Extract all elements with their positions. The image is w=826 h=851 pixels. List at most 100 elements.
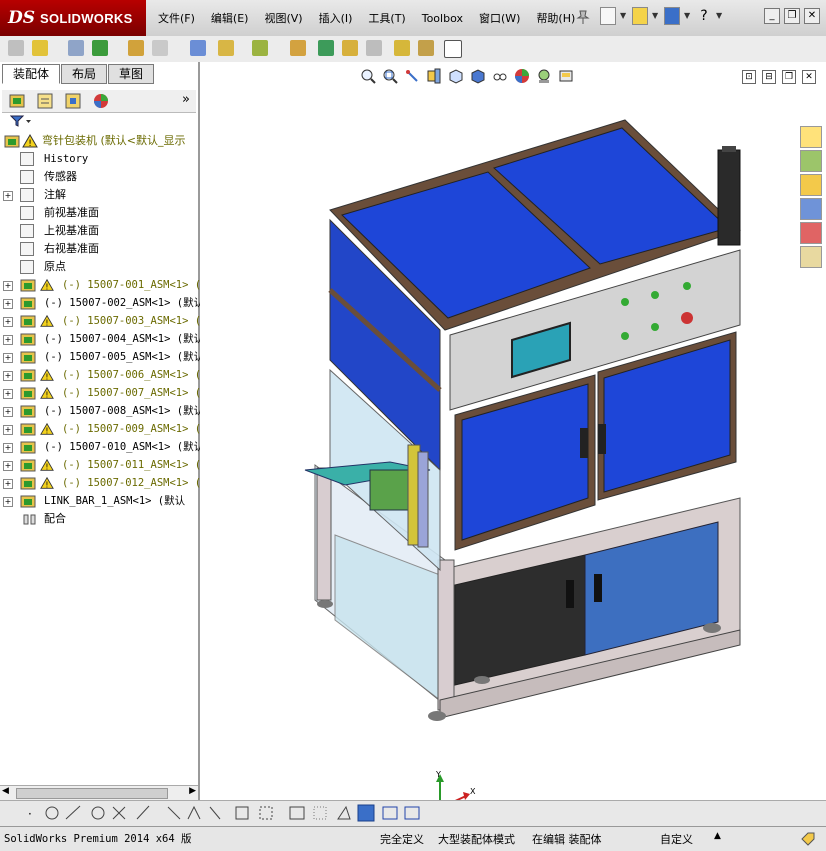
tree-item[interactable]: + 注解 [0,186,198,204]
scroll-right-icon[interactable]: ▶ [189,786,196,796]
component-row[interactable]: +! (-) 15007-012_ASM<1> (默 [0,474,212,492]
machine-3d-model[interactable] [200,62,826,800]
assembly-features-icon[interactable] [190,40,206,56]
save-icon[interactable] [664,7,680,25]
menu-edit[interactable]: 编辑(E) [203,10,257,28]
expand-icon[interactable]: + [3,191,13,201]
file-explorer-icon[interactable] [800,174,822,196]
chevron-up-icon[interactable]: ▲ [714,831,721,841]
expand-icon[interactable]: + [3,425,13,435]
explode-line-sketch-icon[interactable] [342,40,358,56]
reference-geometry-icon[interactable] [218,40,234,56]
menu-toolbox[interactable]: Toolbox [414,10,471,28]
sketch-tools[interactable]: · [0,801,826,827]
component-row[interactable]: + (-) 15007-010_ASM<1> (默认 [0,438,204,456]
filter-icon[interactable] [10,114,32,128]
instant3d-icon[interactable] [444,40,462,58]
pattern-icon[interactable] [92,40,108,56]
restore-icon[interactable]: ❐ [784,8,800,24]
expand-icon[interactable]: + [3,443,13,453]
expand-icon[interactable]: + [3,371,13,381]
component-row[interactable]: + LINK_BAR_1_ASM<1> (默认 [0,492,198,510]
expand-icon[interactable]: + [3,407,13,417]
insert-component-icon[interactable] [8,40,24,56]
menu-window[interactable]: 窗口(W) [471,10,528,28]
component-row[interactable]: +! (-) 15007-001_ASM<1> (默认 [0,276,222,294]
component-row[interactable]: + (-) 15007-005_ASM<1> (默认 [0,348,204,366]
component-row[interactable]: + (-) 15007-002_ASM<1> (默认/ [0,294,210,312]
chevron-down-icon[interactable]: ▼ [620,7,628,25]
menu-view[interactable]: 视图(V) [256,10,310,28]
tab-layout[interactable]: 布局 [61,64,108,84]
scroll-thumb[interactable] [16,788,168,799]
interference-detection-icon[interactable] [366,40,382,56]
hide-show-icon[interactable] [152,40,168,56]
mate-icon[interactable] [68,40,84,56]
horizontal-scrollbar[interactable]: ◀ ▶ [0,785,198,800]
custom-properties-icon[interactable] [800,246,822,268]
scroll-left-icon[interactable]: ◀ [2,786,9,796]
menu-tools[interactable]: 工具(T) [360,10,413,28]
graphics-area[interactable]: ⊡ ⊟ ❐ ✕ Y X [200,62,826,830]
expand-icon[interactable]: + [3,353,13,363]
expand-icon[interactable]: + [3,479,13,489]
component-row[interactable]: + (-) 15007-008_ASM<1> (默认 [0,402,204,420]
chevron-down-icon[interactable]: ▼ [716,7,724,25]
expand-arrows-icon[interactable]: » [182,92,190,107]
tree-item[interactable]: 上视基准面 [0,222,198,240]
exploded-view-icon[interactable] [318,40,334,56]
component-row[interactable]: +! (-) 15007-003_ASM<1> (默 [0,312,212,330]
expand-icon[interactable]: + [3,299,13,309]
status-custom-units[interactable]: 自定义 [660,831,693,847]
expand-icon[interactable]: + [3,317,13,327]
tab-sketch[interactable]: 草图 [108,64,155,84]
expand-icon[interactable]: + [3,335,13,345]
menu-insert[interactable]: 插入(I) [311,10,361,28]
expand-icon[interactable]: + [3,281,13,291]
chevron-down-icon[interactable]: ▼ [652,7,660,25]
tree-item[interactable]: 右视基准面 [0,240,198,258]
tree-filter[interactable] [2,114,196,130]
move-component-icon[interactable] [128,40,144,56]
tab-assembly[interactable]: 装配体 [2,64,61,84]
bill-of-materials-icon[interactable] [290,40,306,56]
minimize-icon[interactable]: _ [764,8,780,24]
clearance-verification-icon[interactable] [394,40,410,56]
solidworks-logo[interactable]: DS SOLIDWORKS [0,0,146,36]
expand-icon[interactable]: + [3,389,13,399]
tree-item[interactable]: 传感器 [0,168,198,186]
expand-icon[interactable]: + [3,461,13,471]
chevron-down-icon[interactable]: ▼ [684,7,692,25]
tree-item[interactable]: History [0,150,198,168]
tree-root[interactable]: ! 弯针包装机 (默认<默认_显示 [0,132,198,150]
new-motion-study-icon[interactable] [252,40,268,56]
new-document-icon[interactable] [600,7,616,25]
component-icon [20,441,36,454]
component-row[interactable]: + (-) 15007-004_ASM<1> (默认 [0,330,204,348]
tree-item-mates[interactable]: 配合 [0,510,198,528]
resources-home-icon[interactable] [800,126,822,148]
component-row[interactable]: +! (-) 15007-007_ASM<1> (默 [0,384,212,402]
tag-icon[interactable] [800,831,816,847]
property-manager-icon[interactable] [36,92,54,110]
design-library-icon[interactable] [800,150,822,172]
svg-text:!: ! [45,426,48,435]
configuration-manager-icon[interactable] [64,92,82,110]
component-row[interactable]: +! (-) 15007-011_ASM<1> (默 [0,456,212,474]
component-row[interactable]: +! (-) 15007-006_ASM<1> (默 [0,366,212,384]
view-palette-icon[interactable] [800,198,822,220]
tree-item[interactable]: 前视基准面 [0,204,198,222]
new-part-icon[interactable] [32,40,48,56]
pin-icon[interactable] [576,10,590,24]
feature-manager-icon[interactable] [8,92,26,110]
menu-file[interactable]: 文件(F) [150,10,203,28]
close-icon[interactable]: ✕ [804,8,820,24]
open-folder-icon[interactable] [632,7,648,25]
help-icon[interactable]: ? [696,7,712,25]
hole-alignment-icon[interactable] [418,40,434,56]
display-manager-icon[interactable] [92,92,110,110]
component-row[interactable]: +! (-) 15007-009_ASM<1> (默 [0,420,212,438]
tree-item[interactable]: 原点 [0,258,198,276]
appearances-icon[interactable] [800,222,822,244]
expand-icon[interactable]: + [3,497,13,507]
